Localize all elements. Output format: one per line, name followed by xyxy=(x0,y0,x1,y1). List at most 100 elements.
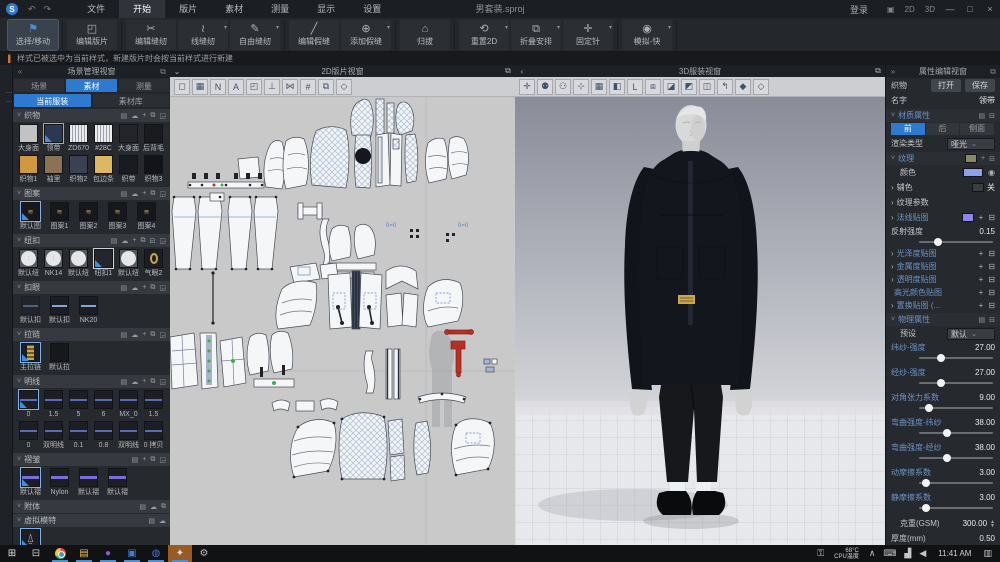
plus-icon[interactable]: + xyxy=(142,331,146,338)
material-item[interactable]: 默认纽 xyxy=(66,249,91,278)
material-item[interactable]: 默认拉 xyxy=(45,343,74,372)
delete-map-icon[interactable]: ⊟ xyxy=(988,275,995,284)
section-header[interactable]: ˅明线▤☁+⧉◲ xyxy=(13,375,170,388)
seam-view-icon[interactable]: ⋈ xyxy=(282,79,298,95)
start-icon[interactable]: ⊞ xyxy=(0,545,24,562)
delete-map-icon[interactable]: ⊟ xyxy=(988,249,995,258)
pattern-edit-icon[interactable]: ◰ xyxy=(246,79,262,95)
folder-icon[interactable]: ▤ xyxy=(111,237,118,245)
delete-map-icon[interactable]: ⊟ xyxy=(988,262,995,271)
material-thumb[interactable]: ≋ xyxy=(137,202,156,221)
material-thumb[interactable] xyxy=(119,155,138,174)
material-thumb[interactable] xyxy=(50,343,69,362)
ribbon-button[interactable]: ⚑选择/移动 xyxy=(8,20,58,50)
save-icon[interactable]: ⊟ xyxy=(989,112,995,120)
material-thumb[interactable]: ≋ xyxy=(50,202,69,221)
material-thumb[interactable]: ≋ xyxy=(108,202,127,221)
material-item[interactable]: ≋默认图 xyxy=(16,202,45,231)
menu-item-1[interactable]: 文件 xyxy=(73,0,119,18)
material-thumb[interactable] xyxy=(19,124,38,143)
minimize-button[interactable]: — xyxy=(940,0,960,18)
folder-icon[interactable]: ▤ xyxy=(148,517,155,525)
menu-item-7[interactable]: 设置 xyxy=(349,0,395,18)
material-thumb[interactable] xyxy=(21,468,40,487)
collapse-3d-icon[interactable]: ‹ xyxy=(515,67,529,76)
material-item[interactable]: Nylon xyxy=(45,468,74,497)
pattern-piece-facing[interactable] xyxy=(272,399,338,411)
pattern-piece-blue-bits[interactable] xyxy=(484,359,497,372)
copy-icon[interactable]: ⧉ xyxy=(150,378,155,386)
layout-view-icon[interactable]: ▣ xyxy=(887,5,895,14)
copy-icon[interactable]: ⧉ xyxy=(150,112,155,120)
material-thumb[interactable] xyxy=(144,155,163,174)
chrome-icon[interactable] xyxy=(48,545,72,562)
pattern-piece-hood[interactable] xyxy=(351,99,414,139)
copy-icon[interactable]: ⧉ xyxy=(161,503,166,511)
add-texture-icon[interactable]: + xyxy=(981,155,985,162)
slider-track[interactable] xyxy=(919,382,993,384)
popout-2d-icon[interactable]: ⧉ xyxy=(501,66,515,76)
expand-props-icon[interactable]: » xyxy=(886,67,900,76)
slider-track[interactable] xyxy=(919,482,993,484)
material-thumb[interactable] xyxy=(79,296,98,315)
material-item[interactable]: 气眼2 xyxy=(141,249,166,278)
pin-mode-icon[interactable]: ⊹ xyxy=(573,79,589,95)
collapse-2d-icon[interactable]: ⌄ xyxy=(170,67,184,76)
texture-swatch[interactable] xyxy=(965,154,977,163)
section-header[interactable]: ˅虚拟模特▤☁ xyxy=(13,514,170,527)
shoe-c-icon[interactable]: ◫ xyxy=(699,79,715,95)
plus-icon[interactable]: + xyxy=(142,284,146,291)
material-item[interactable]: 0 拷贝 xyxy=(141,421,166,450)
physics-folder-icon[interactable]: ▤ xyxy=(979,316,986,324)
maximize-button[interactable]: □ xyxy=(960,0,980,18)
material-item[interactable]: 5 xyxy=(66,390,91,419)
material-item[interactable]: 大身面 xyxy=(116,124,141,153)
save-button[interactable]: 保存 xyxy=(965,79,995,92)
ribbon-button[interactable]: ╱编辑假缝 xyxy=(289,20,339,50)
add-map-icon[interactable]: + xyxy=(979,301,984,310)
ribbon-button[interactable]: ✂编辑缝纫 xyxy=(126,20,176,50)
slider-track[interactable] xyxy=(919,457,993,459)
material-thumb[interactable] xyxy=(144,249,163,268)
app-purple-icon[interactable]: ● xyxy=(96,545,120,562)
uv-view-icon[interactable]: ⧈ xyxy=(645,79,661,95)
scene-subtab-1[interactable]: 当前服装 xyxy=(14,94,91,107)
delete-texture-icon[interactable]: ⊟ xyxy=(989,155,995,163)
garment-jacket[interactable] xyxy=(624,151,757,416)
folder-icon[interactable]: ▤ xyxy=(121,284,128,292)
material-thumb[interactable]: : xyxy=(19,249,38,268)
network-icon[interactable]: ▟ xyxy=(904,548,911,559)
menu-item-3[interactable]: 版片 xyxy=(165,0,211,18)
material-thumb[interactable] xyxy=(69,249,88,268)
material-item[interactable]: 0 xyxy=(16,390,41,419)
ribbon-button[interactable]: ◉▾模拟-快 xyxy=(622,20,672,50)
material-item[interactable]: 纽扣1 xyxy=(91,249,116,278)
delete-map-icon[interactable]: ⊟ xyxy=(988,288,995,297)
material-item[interactable]: 默认扣 xyxy=(45,296,74,325)
delete-normal-map-icon[interactable]: ⊟ xyxy=(988,213,995,222)
menu-item-6[interactable]: 显示 xyxy=(303,0,349,18)
scene-tab-3[interactable]: 测量 xyxy=(119,79,169,92)
material-item[interactable]: NK20 xyxy=(74,296,103,325)
copy-pattern-icon[interactable]: ⧉ xyxy=(318,79,334,95)
cloud-icon[interactable]: ☁ xyxy=(121,237,128,245)
material-thumb[interactable] xyxy=(21,343,40,362)
scene-tab-1[interactable]: 场景 xyxy=(14,79,64,92)
model-select-icon[interactable]: ✛ xyxy=(519,79,535,95)
box-select-icon[interactable]: ◻ xyxy=(174,79,190,95)
add-map-icon[interactable]: + xyxy=(979,275,984,284)
popout-props-icon[interactable]: ⧉ xyxy=(986,67,1000,77)
material-thumb[interactable] xyxy=(94,390,113,409)
corner-icon[interactable]: ◲ xyxy=(159,378,166,386)
add-map-icon[interactable]: + xyxy=(979,288,984,297)
copy-icon[interactable]: ⧉ xyxy=(150,331,155,339)
popout-3d-icon[interactable]: ⧉ xyxy=(871,66,885,76)
folder-icon[interactable]: ▤ xyxy=(121,112,128,120)
copy-icon[interactable]: ⧉ xyxy=(150,190,155,198)
material-item[interactable]: 后背毛 xyxy=(141,124,166,153)
face-tab-3[interactable]: 侧面 xyxy=(960,123,994,135)
material-thumb[interactable] xyxy=(69,421,88,440)
corner-icon[interactable]: ◲ xyxy=(159,331,166,339)
app-blue-icon[interactable]: ▣ xyxy=(120,545,144,562)
material-item[interactable]: 默认褶 xyxy=(74,468,103,497)
